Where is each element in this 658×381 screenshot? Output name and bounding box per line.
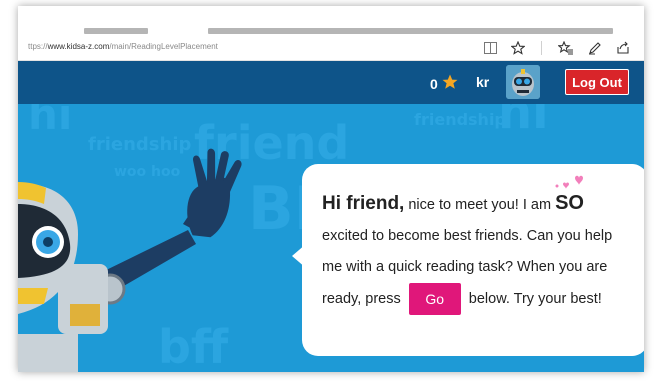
background-word: hi [498,104,549,140]
address-bar[interactable]: ttps://www.kidsa-z.com/main/ReadingLevel… [18,36,644,61]
robot-mascot-illustration [18,148,242,372]
logout-button[interactable]: Log Out [565,69,629,95]
tab-strip [18,6,644,36]
site-header: 0 kr Log Out [18,61,644,104]
favorites-hub-icon[interactable] [558,41,574,55]
url-prefix: ttps:// [28,42,48,51]
toolbar-separator [541,41,542,55]
url-host: www.kidsa-z.com [47,42,110,51]
favorite-star-icon[interactable] [511,41,525,55]
hearts-icon [555,175,584,189]
star-count: 0 [430,75,438,92]
greeting-text: Hi friend, [322,193,405,214]
share-icon[interactable] [616,41,630,55]
avatar[interactable] [506,65,540,99]
bubble-text: nice to meet you! I am [404,197,556,213]
star-icon [442,74,458,93]
star-counter: 0 [430,74,458,93]
emphasis-wrapper: SO [555,175,584,214]
url-text[interactable]: ttps://www.kidsa-z.com/main/ReadingLevel… [28,42,218,51]
speech-bubble: Hi friend, nice to meet you! I am SO exc… [302,164,644,356]
browser-window: ttps://www.kidsa-z.com/main/ReadingLevel… [18,6,644,372]
url-path: /main/ReadingLevelPlacement [109,42,218,51]
go-button[interactable]: Go [408,283,461,315]
background-word: friendship [414,110,506,129]
tab[interactable] [208,28,613,34]
tab[interactable] [84,28,148,34]
web-note-pen-icon[interactable] [588,41,602,55]
user-initials[interactable]: kr [476,74,489,90]
reading-view-icon[interactable] [484,42,497,54]
welcome-stage: hi friend friendship woo hoo friendship … [18,104,644,372]
bubble-text: below. Try your best! [464,290,602,307]
emphasis-text: SO [555,192,584,214]
